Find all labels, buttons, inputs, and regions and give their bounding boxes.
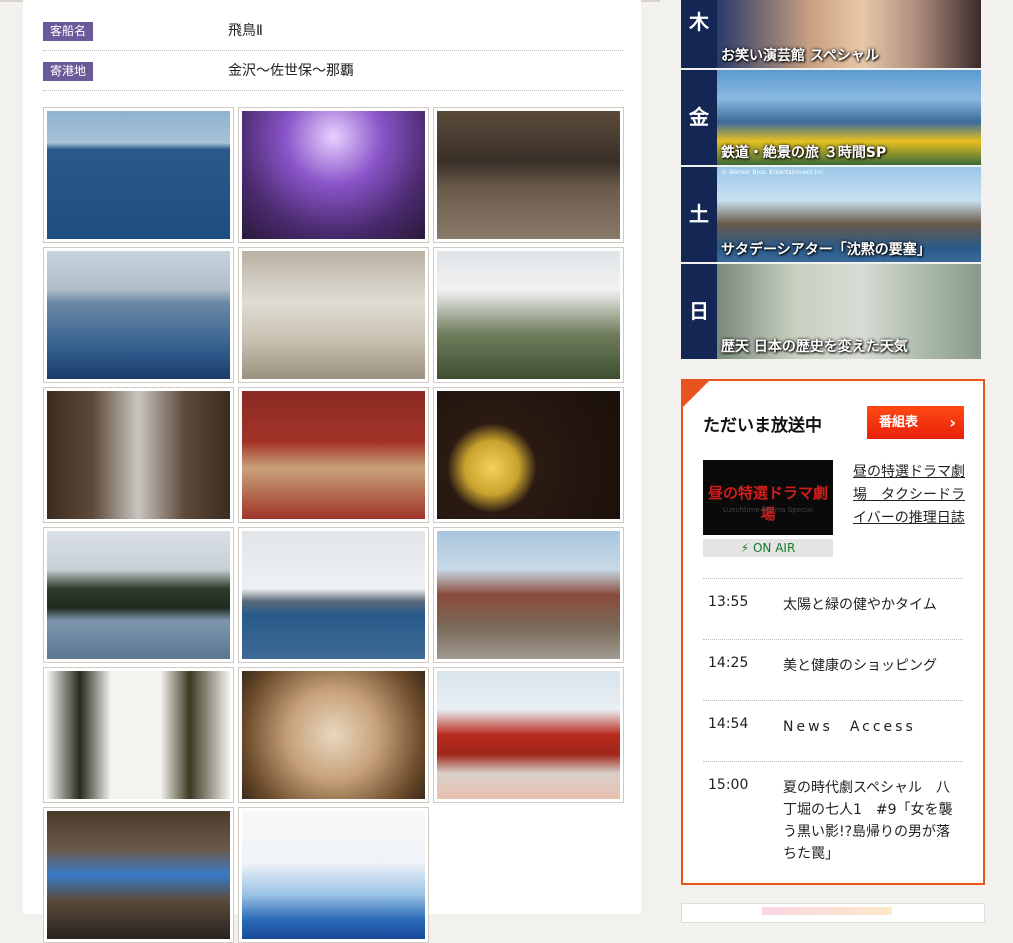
photo-deck-passengers[interactable] — [43, 247, 234, 383]
photo-cruise-ship-sea-image — [47, 111, 230, 239]
weekly-item-1[interactable]: 金鉄道・絶景の旅 ３時間SP — [681, 70, 981, 165]
photo-gold-lacquer-dishes[interactable] — [433, 387, 624, 523]
photo-taiko-drummers-image — [242, 251, 425, 379]
photo-tea-room[interactable] — [238, 387, 429, 523]
schedule-button-label: 番組表 — [879, 415, 919, 430]
photo-ryukyu-glass[interactable] — [238, 807, 429, 943]
ship-name-value: 飛鳥Ⅱ — [228, 23, 263, 39]
photo-taiko-drummers[interactable] — [238, 247, 429, 383]
photo-kanazawa-castle[interactable] — [433, 247, 624, 383]
onair-heading: ただいま放送中 — [703, 416, 822, 436]
photo-deck-passengers-image — [47, 251, 230, 379]
now-program-thumbnail[interactable]: 昼の特選ドラマ劇場 Lunchtime Drama Special — [703, 460, 833, 535]
photo-shuri-castle[interactable] — [433, 667, 624, 803]
now-on-air-box: ただいま放送中 番組表 › 昼の特選ドラマ劇場 Lunchtime Drama … — [681, 379, 985, 885]
photo-gold-lacquer-dishes-image — [437, 391, 620, 519]
photo-kanazawa-castle-image — [437, 251, 620, 379]
weekday-tag: 土 — [681, 167, 717, 262]
photo-lecture-hall[interactable] — [433, 107, 624, 243]
photo-ballroom-dance-image — [242, 111, 425, 239]
weekly-item-2[interactable]: 土サタデーシアター「沈黙の要塞」 © Warner Bros. Entertain… — [681, 167, 981, 262]
weekly-title: お笑い演芸館 スペシャル — [721, 48, 879, 64]
schedule-item[interactable]: 14:54 News Access — [703, 700, 963, 761]
schedule-time: 13:55 — [708, 594, 749, 610]
weekday-tag: 日 — [681, 264, 717, 359]
copyright-note: © Warner Bros. Entertainment Inc. — [721, 169, 826, 176]
photo-ballroom-dance[interactable] — [238, 107, 429, 243]
schedule-button[interactable]: 番組表 › — [867, 406, 964, 439]
photo-ship-in-bay-image — [47, 531, 230, 659]
weekly-title: サタデーシアター「沈黙の要塞」 — [721, 242, 931, 258]
schedule-time: 14:25 — [708, 655, 749, 671]
schedule-item[interactable]: 15:00 夏の時代劇スペシャル 八丁堀の七人1 #9「女を襲う黒い影!?島帰りの… — [703, 761, 963, 871]
ports-label: 寄港地 — [43, 62, 93, 81]
photo-ruins-tourists[interactable] — [433, 527, 624, 663]
weekday-tag: 木 — [681, 0, 717, 68]
schedule-time: 15:00 — [708, 777, 749, 793]
photo-tea-room-image — [242, 391, 425, 519]
next-banner[interactable] — [681, 903, 985, 923]
cruise-detail-panel: 客船名 飛鳥Ⅱ 寄港地 金沢～佐世保～那覇 — [23, 0, 641, 943]
schedule-item[interactable]: 13:55 太陽と緑の健やかタイム — [703, 578, 963, 639]
photo-cruise-ship-sea[interactable] — [43, 107, 234, 243]
chevron-right-icon: › — [949, 413, 956, 432]
photo-gunkanjima-island[interactable] — [238, 527, 429, 663]
schedule-item[interactable]: 14:25 美と健康のショッピング — [703, 639, 963, 700]
weekly-title: 鉄道・絶景の旅 ３時間SP — [721, 145, 887, 161]
ship-name-label: 客船名 — [43, 22, 93, 41]
photo-kaiseki-meal-image — [242, 671, 425, 799]
photo-higashi-chaya-image — [47, 391, 230, 519]
photo-ryukyu-glass-image — [242, 811, 425, 939]
photo-gunkanjima-island-image — [242, 531, 425, 659]
schedule-program: 太陽と緑の健やかタイム — [783, 597, 937, 613]
photo-shuri-castle-image — [437, 671, 620, 799]
photo-dried-kelp[interactable] — [43, 667, 234, 803]
schedule-time: 14:54 — [708, 716, 749, 732]
ship-name-row: 客船名 飛鳥Ⅱ — [43, 11, 623, 51]
photo-glass-workshop-image — [47, 811, 230, 939]
ports-value: 金沢～佐世保～那覇 — [228, 63, 354, 79]
photo-ruins-tourists-image — [437, 531, 620, 659]
ports-row: 寄港地 金沢～佐世保～那覇 — [43, 51, 623, 91]
onair-badge: ⚡ ON AIR — [703, 539, 833, 557]
schedule-program: 美と健康のショッピング — [783, 658, 937, 674]
now-thumb-title: 昼の特選ドラマ劇場 — [707, 484, 828, 523]
weekly-title: 歴天 日本の歴史を変えた天気 — [721, 339, 908, 355]
now-program-link[interactable]: 昼の特選ドラマ劇場 タクシードライバーの推理日誌 — [853, 461, 968, 530]
weekday-tag: 金 — [681, 70, 717, 165]
photo-ship-in-bay[interactable] — [43, 527, 234, 663]
photo-kaiseki-meal[interactable] — [238, 667, 429, 803]
corner-accent — [683, 381, 709, 407]
weekly-item-3[interactable]: 日歴天 日本の歴史を変えた天気 — [681, 264, 981, 359]
weekly-item-0[interactable]: 木お笑い演芸館 スペシャル — [681, 0, 981, 68]
photo-lecture-hall-image — [437, 111, 620, 239]
photo-higashi-chaya[interactable] — [43, 387, 234, 523]
schedule-program: 夏の時代劇スペシャル 八丁堀の七人1 #9「女を襲う黒い影!?島帰りの男が落ちた… — [783, 780, 953, 862]
photo-dried-kelp-image — [47, 671, 230, 799]
schedule-program: News Access — [783, 719, 916, 735]
photo-glass-workshop[interactable] — [43, 807, 234, 943]
now-thumb-subtitle: Lunchtime Drama Special — [722, 506, 814, 514]
